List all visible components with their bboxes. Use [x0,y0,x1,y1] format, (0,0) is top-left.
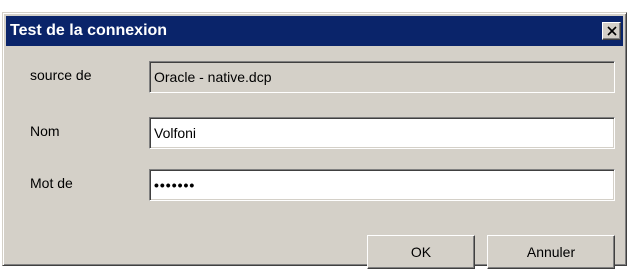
cancel-button[interactable]: Annuler [487,235,615,269]
window-title: Test de la connexion [10,22,168,39]
name-label: Nom [30,123,60,139]
title-bar[interactable]: Test de la connexion [6,16,623,46]
connection-test-dialog: Test de la connexion source de Oracle - … [2,12,627,269]
close-button[interactable] [602,22,621,40]
password-label: Mot de [30,175,73,191]
ok-button[interactable]: OK [367,235,475,269]
source-field: Oracle - native.dcp [149,61,615,93]
name-field[interactable]: Volfoni [149,117,615,149]
close-icon [607,26,617,36]
source-label: source de [30,67,92,83]
password-field[interactable]: ••••••• [149,169,615,201]
